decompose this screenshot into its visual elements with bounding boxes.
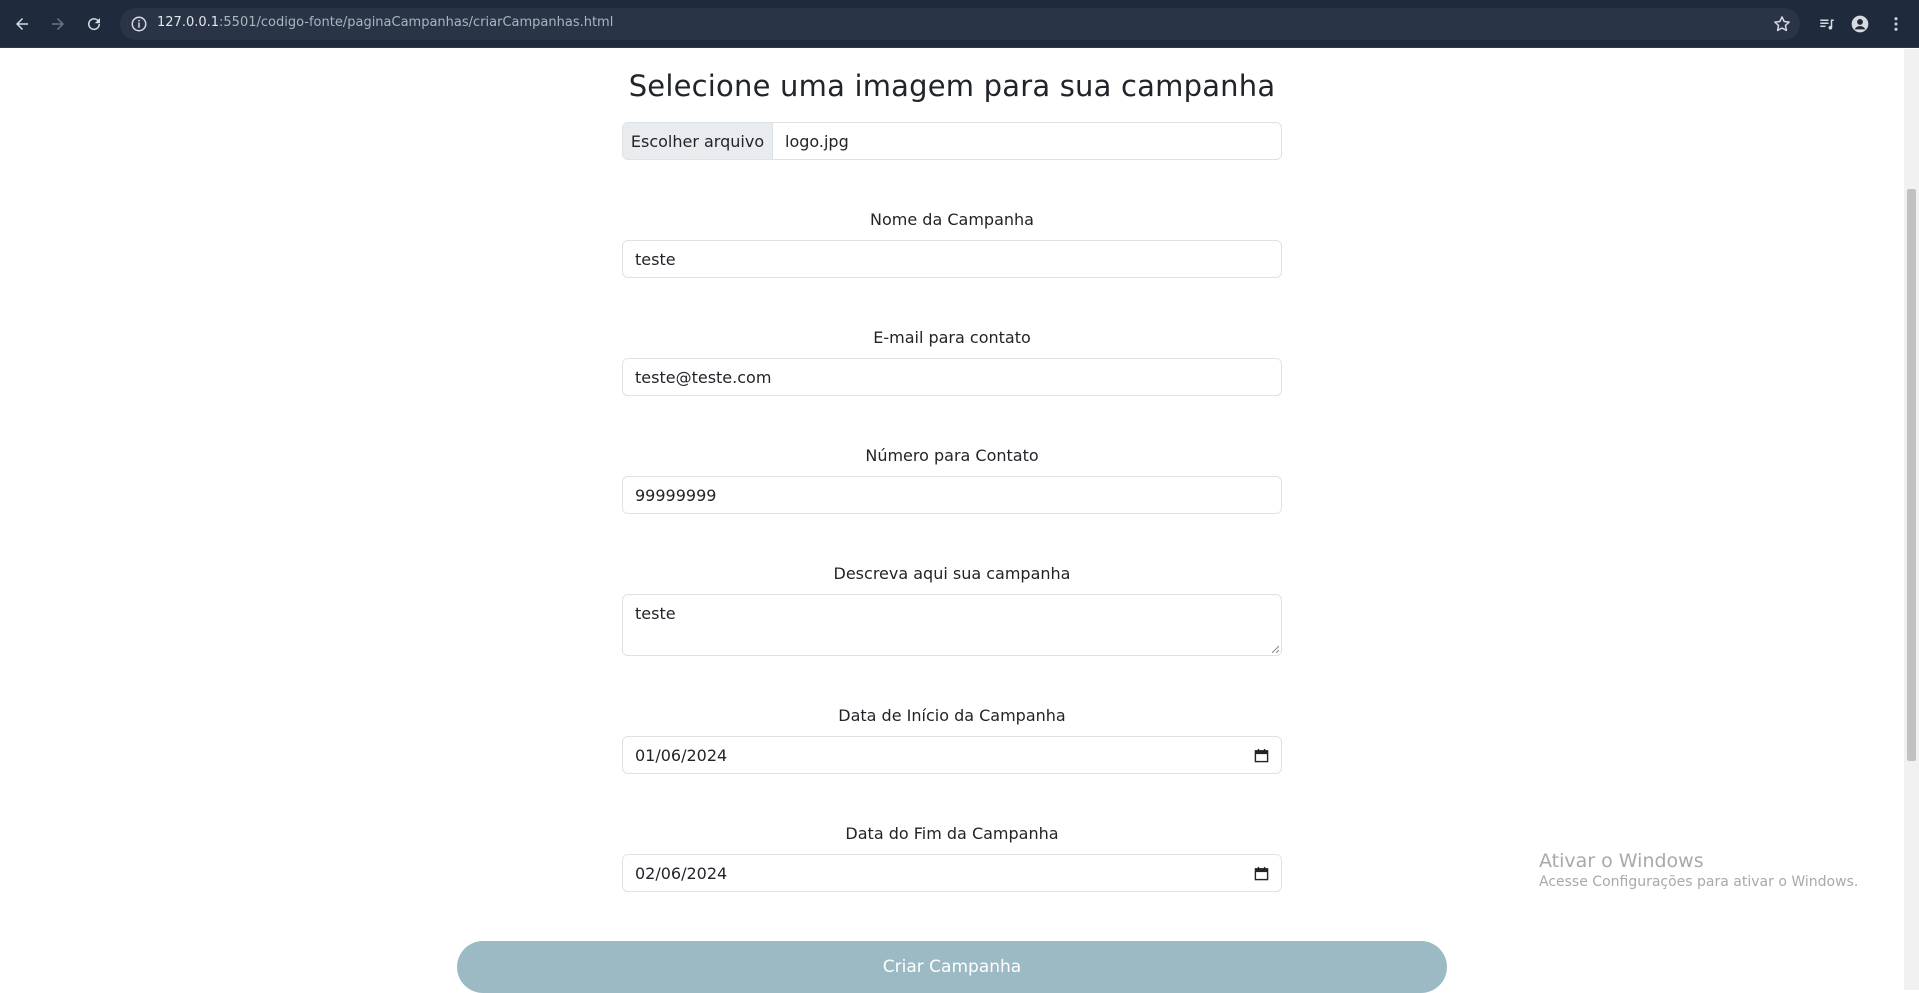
browser-toolbar: 127.0.0.1:5501/codigo-fonte/paginaCampan… bbox=[0, 0, 1919, 48]
bookmark-star-icon[interactable] bbox=[1772, 14, 1792, 34]
end-date-input[interactable]: 02/06/2024 bbox=[622, 854, 1282, 892]
address-bar[interactable]: 127.0.0.1:5501/codigo-fonte/paginaCampan… bbox=[120, 8, 1800, 40]
create-campaign-button[interactable]: Criar Campanha bbox=[457, 941, 1447, 993]
calendar-icon[interactable] bbox=[1254, 866, 1269, 881]
resize-grip-icon[interactable] bbox=[1271, 645, 1279, 653]
campaign-name-input[interactable]: teste bbox=[622, 240, 1282, 278]
contact-phone-input[interactable]: 99999999 bbox=[622, 476, 1282, 514]
description-textarea[interactable]: teste bbox=[622, 594, 1282, 656]
end-date-value: 02/06/2024 bbox=[635, 863, 728, 883]
choose-file-button[interactable]: Escolher arquivo bbox=[623, 123, 773, 159]
contact-email-input[interactable]: teste@teste.com bbox=[622, 358, 1282, 396]
contact-email-value: teste@teste.com bbox=[635, 367, 772, 387]
end-date-label: Data do Fim da Campanha bbox=[845, 824, 1059, 843]
description-value: teste bbox=[635, 604, 676, 623]
reading-list-icon[interactable] bbox=[1815, 12, 1839, 36]
contact-phone-label: Número para Contato bbox=[865, 446, 1039, 465]
contact-phone-value: 99999999 bbox=[635, 485, 717, 505]
url-text: 127.0.0.1:5501/codigo-fonte/paginaCampan… bbox=[157, 15, 614, 30]
selected-file-name: logo.jpg bbox=[785, 131, 849, 151]
scrollbar-thumb[interactable] bbox=[1907, 189, 1916, 761]
calendar-icon[interactable] bbox=[1254, 748, 1269, 763]
description-label: Descreva aqui sua campanha bbox=[833, 564, 1071, 583]
page-title: Selecione uma imagem para sua campanha bbox=[628, 69, 1276, 103]
watermark-subtitle: Acesse Configurações para ativar o Windo… bbox=[1539, 874, 1859, 890]
campaign-name-label: Nome da Campanha bbox=[870, 210, 1034, 229]
windows-activation-watermark: Ativar o Windows Acesse Configurações pa… bbox=[1539, 850, 1858, 890]
page-scrollbar[interactable] bbox=[1904, 49, 1919, 990]
start-date-value: 01/06/2024 bbox=[635, 745, 728, 765]
start-date-input[interactable]: 01/06/2024 bbox=[622, 736, 1282, 774]
campaign-name-value: teste bbox=[635, 249, 676, 269]
watermark-title: Ativar o Windows bbox=[1539, 850, 1704, 872]
back-icon[interactable] bbox=[10, 12, 34, 36]
site-info-icon[interactable] bbox=[130, 15, 148, 33]
forward-icon[interactable] bbox=[46, 12, 70, 36]
image-file-input[interactable]: Escolher arquivo logo.jpg bbox=[622, 122, 1282, 160]
page-content: Selecione uma imagem para sua campanha E… bbox=[0, 49, 1904, 993]
more-menu-icon[interactable] bbox=[1884, 12, 1908, 36]
reload-icon[interactable] bbox=[82, 12, 106, 36]
profile-avatar-icon[interactable] bbox=[1848, 12, 1872, 36]
contact-email-label: E-mail para contato bbox=[873, 328, 1031, 347]
start-date-label: Data de Início da Campanha bbox=[838, 706, 1066, 725]
